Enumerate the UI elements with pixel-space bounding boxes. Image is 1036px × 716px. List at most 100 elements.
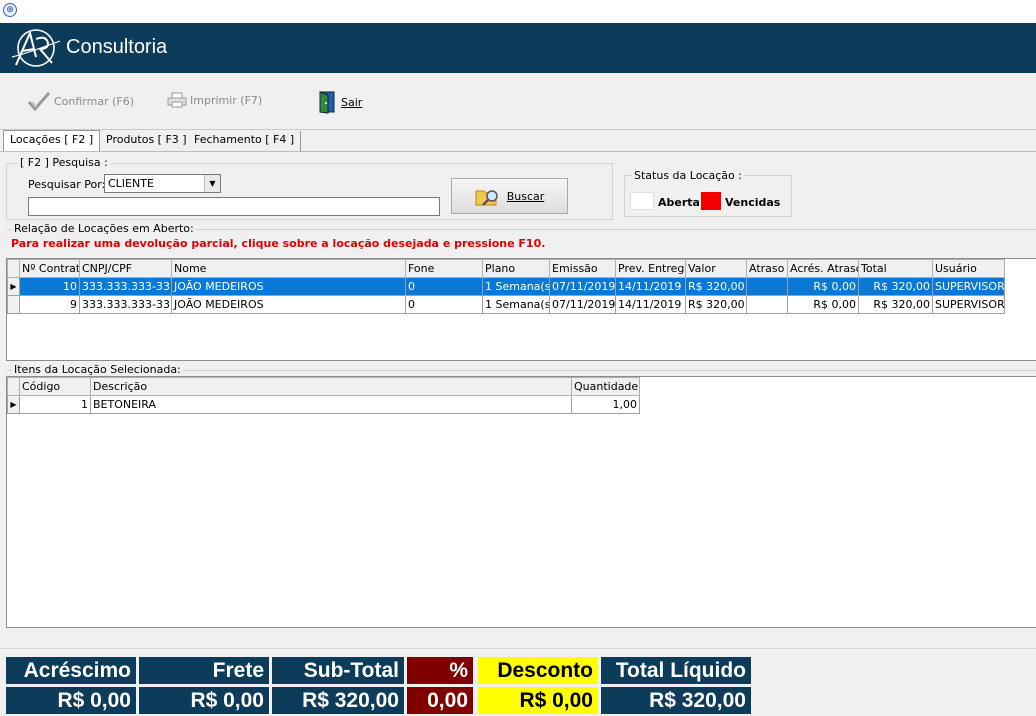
- table-cell[interactable]: R$ 0,00: [787, 295, 859, 314]
- table-cell[interactable]: 0: [405, 277, 483, 296]
- row-indicator-header: [7, 377, 20, 396]
- search-field-value: CLIENTE: [108, 177, 154, 190]
- items-group-title: Itens da Locação Selecionada:: [12, 363, 183, 376]
- search-group-title: [ F2 ] Pesquisa :: [18, 156, 110, 169]
- table-cell[interactable]: 14/11/2019: [615, 277, 686, 296]
- header-banner: Consultoria: [0, 23, 1036, 73]
- frete-label: Frete: [139, 657, 269, 684]
- table-cell[interactable]: 14/11/2019: [615, 295, 686, 314]
- table-cell[interactable]: R$ 320,00: [685, 277, 747, 296]
- rentals-header-row: Nº Contrato CNPJ/CPF Nome Fone Plano Emi…: [7, 259, 1005, 278]
- window-top-strip: [0, 0, 1036, 23]
- column-header[interactable]: Emissão: [549, 259, 616, 278]
- chevron-down-icon[interactable]: ▼: [204, 175, 220, 192]
- app-icon[interactable]: ⊕: [3, 3, 17, 17]
- status-open-swatch: [630, 192, 654, 210]
- tabs-separator: [0, 129, 1036, 130]
- search-input[interactable]: [28, 197, 440, 216]
- table-cell[interactable]: 1: [19, 395, 91, 414]
- tab-fechamento[interactable]: Fechamento [ F4 ]: [188, 131, 302, 151]
- status-overdue-swatch: [701, 192, 721, 210]
- desconto-label: Desconto: [478, 657, 598, 684]
- items-grid[interactable]: Código Descrição Quantidade ▶ 1 BETONEIR…: [6, 376, 1036, 628]
- rentals-grid[interactable]: Nº Contrato CNPJ/CPF Nome Fone Plano Emi…: [6, 258, 1036, 361]
- table-cell[interactable]: 1 Semana(s): [482, 277, 550, 296]
- column-header[interactable]: Valor: [685, 259, 747, 278]
- column-header[interactable]: Plano: [482, 259, 550, 278]
- table-cell[interactable]: 10: [19, 277, 80, 296]
- acrescimo-label: Acréscimo: [6, 657, 136, 684]
- table-cell[interactable]: SUPERVISOR: [932, 295, 1005, 314]
- table-cell[interactable]: 0: [405, 295, 483, 314]
- column-header[interactable]: Nome: [171, 259, 406, 278]
- table-row[interactable]: ▶ 1 BETONEIRA 1,00: [7, 395, 640, 414]
- table-cell[interactable]: 9: [19, 295, 80, 314]
- tab-panel-border: [0, 151, 1036, 152]
- column-header[interactable]: Prev. Entrega: [615, 259, 686, 278]
- column-header[interactable]: Quantidade: [571, 377, 640, 396]
- table-cell[interactable]: R$ 320,00: [858, 277, 933, 296]
- row-indicator: [7, 295, 20, 314]
- table-cell[interactable]: R$ 0,00: [787, 277, 859, 296]
- table-cell[interactable]: 1 Semana(s): [482, 295, 550, 314]
- row-indicator-header: [7, 259, 20, 278]
- table-cell[interactable]: 1,00: [571, 395, 640, 414]
- table-cell[interactable]: R$ 320,00: [685, 295, 747, 314]
- search-button[interactable]: Buscar: [451, 178, 568, 214]
- acrescimo-value: R$ 0,00: [6, 687, 136, 714]
- column-header[interactable]: Total: [858, 259, 933, 278]
- current-row-arrow-icon: ▶: [7, 395, 20, 414]
- table-cell[interactable]: JOÃO MEDEIROS: [171, 277, 406, 296]
- total-liquido-label: Total Líquido: [601, 657, 751, 684]
- folder-search-icon: [475, 190, 498, 206]
- subtotal-value: R$ 320,00: [272, 687, 404, 714]
- percent-label: %: [407, 657, 473, 684]
- table-cell[interactable]: [746, 277, 788, 296]
- brand-title: Consultoria: [66, 36, 168, 58]
- column-header[interactable]: Código: [19, 377, 91, 396]
- table-row[interactable]: 9 333.333.333-33 JOÃO MEDEIROS 0 1 Seman…: [7, 295, 1005, 314]
- printer-icon: [167, 92, 187, 108]
- current-row-arrow-icon: ▶: [7, 277, 20, 296]
- exit-button[interactable]: Sair: [316, 90, 362, 114]
- desconto-value: R$ 0,00: [478, 687, 598, 714]
- partial-return-hint: Para realizar uma devolução parcial, cli…: [11, 237, 546, 250]
- column-header[interactable]: Acrés. Atraso: [787, 259, 859, 278]
- column-header[interactable]: Descrição: [90, 377, 572, 396]
- print-button[interactable]: Imprimir (F7): [167, 92, 262, 108]
- exit-door-icon: [319, 91, 335, 114]
- table-row[interactable]: ▶ 10 333.333.333-33 JOÃO MEDEIROS 0 1 Se…: [7, 277, 1005, 296]
- confirm-button[interactable]: Confirmar (F6): [27, 90, 134, 112]
- column-header[interactable]: Atraso: [746, 259, 788, 278]
- table-cell[interactable]: 333.333.333-33: [79, 277, 172, 296]
- column-header[interactable]: Fone: [405, 259, 483, 278]
- exit-label: Sair: [341, 95, 363, 109]
- search-button-label: Buscar: [506, 189, 545, 203]
- status-open-label: Aberta: [658, 196, 700, 209]
- table-cell[interactable]: 07/11/2019: [549, 295, 616, 314]
- status-overdue-label: Vencidas: [725, 196, 781, 209]
- table-cell[interactable]: SUPERVISOR: [932, 277, 1005, 296]
- tab-locacoes[interactable]: Locações [ F2 ]: [3, 130, 101, 151]
- confirm-label: Confirmar (F6): [54, 94, 135, 108]
- tab-produtos[interactable]: Produtos [ F3 ]: [100, 131, 194, 151]
- print-label: Imprimir (F7): [190, 93, 263, 107]
- column-header[interactable]: Nº Contrato: [19, 259, 80, 278]
- company-logo-icon: [11, 29, 61, 67]
- table-cell[interactable]: [746, 295, 788, 314]
- table-cell[interactable]: JOÃO MEDEIROS: [171, 295, 406, 314]
- table-cell[interactable]: R$ 320,00: [858, 295, 933, 314]
- status-legend-title: Status da Locação :: [632, 169, 744, 182]
- percent-value: 0,00: [407, 687, 473, 714]
- search-field-select[interactable]: CLIENTE ▼: [104, 174, 221, 193]
- frete-value: R$ 0,00: [139, 687, 269, 714]
- table-cell[interactable]: BETONEIRA: [90, 395, 572, 414]
- column-header[interactable]: Usuário: [932, 259, 1005, 278]
- column-header[interactable]: CNPJ/CPF: [79, 259, 172, 278]
- search-by-label: Pesquisar Por:: [28, 178, 106, 191]
- rentals-group-title: Relação de Locações em Aberto:: [12, 222, 196, 235]
- checkmark-icon: [27, 92, 51, 112]
- total-liquido-value: R$ 320,00: [601, 687, 751, 714]
- table-cell[interactable]: 07/11/2019: [549, 277, 616, 296]
- table-cell[interactable]: 333.333.333-33: [79, 295, 172, 314]
